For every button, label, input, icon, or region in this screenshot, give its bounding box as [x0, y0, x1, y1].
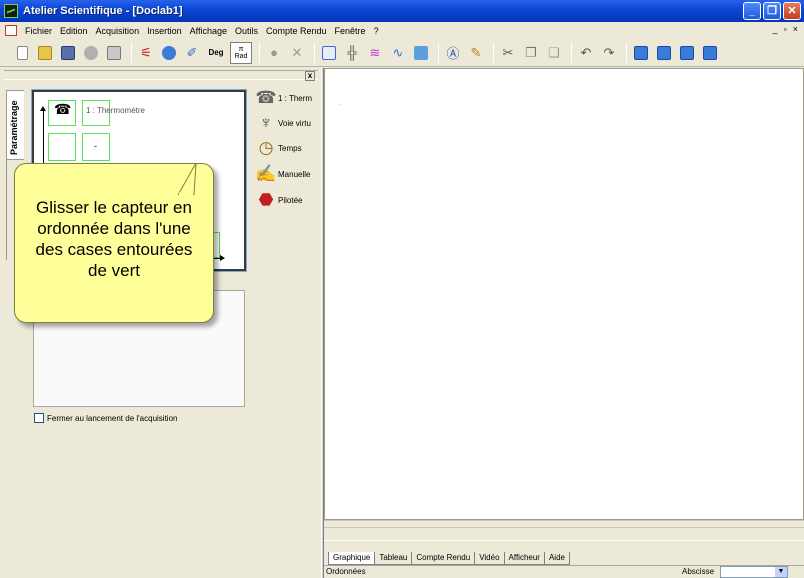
chevron-down-icon[interactable]: ▼ — [775, 567, 787, 577]
minimize-button[interactable]: _ — [743, 2, 761, 20]
sensor-label: Temps — [278, 143, 302, 153]
menu-fichier[interactable]: Fichier — [21, 26, 56, 36]
checkbox-label: Fermer au lancement de l'acquisition — [47, 413, 178, 423]
menu-affichage[interactable]: Affichage — [186, 26, 231, 36]
checkbox-box[interactable] — [34, 413, 44, 423]
print-preview-icon[interactable] — [81, 43, 101, 63]
sensor-settings-icon[interactable] — [159, 43, 179, 63]
tab-tableau[interactable]: Tableau — [374, 552, 413, 565]
text-annotation-icon[interactable]: Ⓐ — [443, 43, 463, 63]
bottom-tabs: Graphique Tableau Compte Rendu Vidéo Aff… — [324, 549, 804, 565]
modelling-icon[interactable]: ≋ — [365, 43, 385, 63]
new-document-icon[interactable] — [12, 43, 32, 63]
thermometer-icon: ☎ — [255, 88, 277, 107]
table-icon[interactable] — [411, 43, 431, 63]
radian-mode-button[interactable]: π Rad — [230, 41, 252, 64]
toolbar: ⚟ ✐ Deg π Rad ● ✕ ╬ ≋ ∿ Ⓐ ✎ ✂ ❐ ❏ ↶ ↷ — [0, 39, 804, 67]
restore-button[interactable]: ❐ — [763, 2, 781, 20]
piloted-icon: ⬣ — [258, 190, 274, 209]
menu-edition[interactable]: Edition — [56, 26, 92, 36]
mdi-minimize-button[interactable]: _ — [773, 24, 778, 34]
menu-compte-rendu[interactable]: Compte Rendu — [262, 26, 331, 36]
slot-mark: - — [94, 141, 97, 151]
horizontal-scroll-area[interactable] — [324, 520, 804, 548]
tools-icon[interactable]: ✐ — [182, 43, 202, 63]
degree-mode-button[interactable]: Deg — [205, 43, 227, 63]
curve-icon[interactable]: ∿ — [388, 43, 408, 63]
sensor-label: Manuelle — [278, 169, 311, 179]
close-button[interactable]: ✕ — [783, 2, 801, 20]
undo-icon[interactable]: ↶ — [576, 43, 596, 63]
save-icon[interactable] — [58, 43, 78, 63]
settings-panel: x Paramétrage ☎ 1 : Thermomètre - Fermer… — [0, 68, 321, 578]
print-icon[interactable] — [104, 43, 124, 63]
window-layout-4-icon[interactable] — [700, 43, 720, 63]
sensor-item-piloted[interactable]: ⬣ Pilotée — [254, 188, 303, 212]
panel-close-button[interactable]: x — [305, 71, 315, 81]
pi-label: π — [238, 45, 244, 53]
panel-header — [4, 70, 318, 80]
title-bar: Atelier Scientifique - [Doclab1] _ ❐ ✕ — [0, 0, 804, 22]
ordinate-slot-4[interactable]: - — [82, 133, 110, 161]
sensor-label: 1 : Therm — [278, 93, 313, 103]
sensor-item-manual[interactable]: ✍ Manuelle — [254, 162, 310, 186]
menu-outils[interactable]: Outils — [231, 26, 262, 36]
abscissa-label: Abscisse — [682, 567, 715, 576]
acquisition-icon[interactable]: ⚟ — [136, 43, 156, 63]
menu-fenetre[interactable]: Fenêtre — [331, 26, 370, 36]
graph-grid-icon[interactable] — [319, 43, 339, 63]
redo-icon[interactable]: ↷ — [599, 43, 619, 63]
sensor-label: Voie virtu — [278, 118, 311, 128]
tab-compte-rendu[interactable]: Compte Rendu — [411, 552, 476, 565]
virtual-channel-icon: ♆ — [259, 113, 273, 132]
status-bar: Ordonnées Abscisse ▼ — [324, 565, 804, 578]
window-layout-3-icon[interactable] — [677, 43, 697, 63]
sensor-item-virtual[interactable]: ♆ Voie virtu — [254, 111, 311, 135]
tab-parametrage-label: Paramétrage — [9, 100, 19, 155]
tab-graphique[interactable]: Graphique — [328, 552, 376, 565]
graph-canvas[interactable]: · — [324, 68, 804, 520]
ordinate-label: Ordonnées — [326, 567, 366, 576]
tab-aide[interactable]: Aide — [543, 552, 570, 565]
window-layout-1-icon[interactable] — [631, 43, 651, 63]
callout-text: Glisser le capteur en ordonnée dans l'un… — [35, 198, 193, 280]
sensor-label: Pilotée — [278, 195, 303, 205]
app-icon[interactable] — [4, 4, 18, 18]
abscissa-select[interactable]: ▼ — [720, 566, 788, 578]
tab-afficheur[interactable]: Afficheur — [503, 552, 545, 565]
thermometer-icon: ☎ — [54, 101, 72, 117]
ordinate-slot-3[interactable] — [48, 133, 76, 161]
stop-icon[interactable]: ✕ — [287, 43, 307, 63]
clock-icon: ◷ — [258, 138, 274, 157]
sensor-item-thermometer[interactable]: ☎ 1 : Therm — [254, 86, 312, 110]
tab-parametrage[interactable]: Paramétrage — [6, 90, 24, 160]
window-layout-2-icon[interactable] — [654, 43, 674, 63]
slot-label: 1 : Thermomètre — [86, 106, 145, 115]
copy-icon[interactable]: ❐ — [521, 43, 541, 63]
cut-icon[interactable]: ✂ — [498, 43, 518, 63]
tab-video[interactable]: Vidéo — [474, 552, 505, 565]
crosshair-icon[interactable]: ╬ — [342, 43, 362, 63]
paste-icon[interactable]: ❏ — [544, 43, 564, 63]
record-icon[interactable]: ● — [264, 43, 284, 63]
open-folder-icon[interactable] — [35, 43, 55, 63]
origin-marker: · — [339, 99, 343, 110]
pen-icon[interactable]: ✎ — [466, 43, 486, 63]
mdi-restore-button[interactable]: ▫ — [784, 24, 787, 34]
window-title: Atelier Scientifique - [Doclab1] — [23, 5, 183, 17]
menu-help[interactable]: ? — [370, 26, 383, 36]
menu-bar: Fichier Edition Acquisition Insertion Af… — [0, 22, 804, 39]
sensor-item-time[interactable]: ◷ Temps — [254, 136, 302, 160]
callout-tail — [178, 163, 197, 195]
menu-insertion[interactable]: Insertion — [143, 26, 186, 36]
document-icon[interactable] — [5, 25, 17, 36]
close-on-acquisition-checkbox[interactable]: Fermer au lancement de l'acquisition — [34, 413, 177, 423]
menu-acquisition[interactable]: Acquisition — [92, 26, 144, 36]
mdi-close-button[interactable]: × — [793, 24, 798, 34]
rad-label: Rad — [234, 52, 248, 60]
hand-keyboard-icon: ✍ — [255, 164, 277, 183]
